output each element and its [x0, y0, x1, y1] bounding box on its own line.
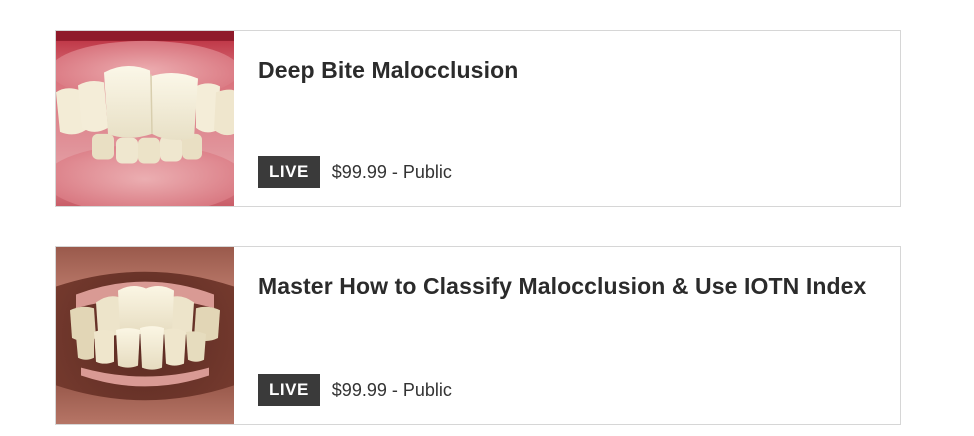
course-title[interactable]: Deep Bite Malocclusion — [258, 57, 518, 84]
status-badge: LIVE — [258, 374, 320, 406]
course-card[interactable]: Deep Bite Malocclusion LIVE $99.99 - Pub… — [55, 30, 901, 207]
course-title[interactable]: Master How to Classify Malocclusion & Us… — [258, 273, 866, 300]
course-list: Deep Bite Malocclusion LIVE $99.99 - Pub… — [0, 0, 974, 436]
course-thumbnail[interactable] — [56, 247, 234, 424]
price-visibility-text: $99.99 - Public — [331, 379, 452, 400]
deep-bite-teeth-photo — [56, 31, 234, 206]
price-visibility-text: $99.99 - Public — [331, 161, 452, 182]
course-meta: LIVE $99.99 - Public — [258, 156, 452, 188]
course-meta: LIVE $99.99 - Public — [258, 374, 452, 406]
malocclusion-teeth-photo — [56, 247, 234, 424]
course-card[interactable]: Master How to Classify Malocclusion & Us… — [55, 246, 901, 425]
status-badge: LIVE — [258, 156, 320, 188]
course-thumbnail[interactable] — [56, 31, 234, 206]
